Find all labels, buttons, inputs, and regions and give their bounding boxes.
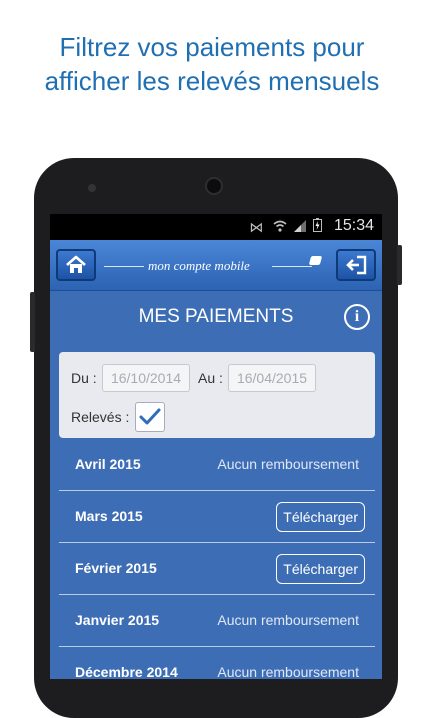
phone-side-button — [397, 245, 402, 285]
statements-label: Relevés : — [71, 409, 130, 425]
wifi-icon — [273, 219, 294, 235]
home-icon — [66, 255, 86, 273]
payment-month: Février 2015 — [75, 560, 157, 576]
app-brand: mon compte mobile — [104, 255, 324, 277]
info-button[interactable]: i — [344, 304, 370, 330]
checkmark-icon — [139, 408, 161, 425]
home-button[interactable] — [56, 249, 96, 281]
statements-checkbox[interactable] — [135, 402, 165, 432]
payment-row: Février 2015 Télécharger — [59, 544, 375, 595]
app-screen: ⋈ 15:34 mon compte mobile MES PAIEMENTS … — [50, 214, 382, 679]
to-date-input[interactable]: 16/04/2015 — [228, 364, 316, 392]
payment-row: Mars 2015 Télécharger — [59, 492, 375, 543]
download-button[interactable]: Télécharger — [276, 554, 365, 584]
to-label: Au : — [198, 370, 223, 386]
status-time: 15:34 — [333, 217, 374, 234]
logout-icon — [346, 255, 367, 275]
payment-row: Décembre 2014 Aucun remboursement — [59, 648, 375, 679]
mute-icon: ⋈ — [249, 219, 267, 235]
payment-row: Janvier 2015 Aucun remboursement — [59, 596, 375, 647]
phone-sensor — [88, 184, 96, 192]
download-button[interactable]: Télécharger — [276, 502, 365, 532]
payment-month: Mars 2015 — [75, 508, 143, 524]
brand-logo-icon — [308, 256, 323, 265]
brand-divider — [272, 266, 312, 267]
app-bar: mon compte mobile — [50, 240, 382, 291]
from-date-input[interactable]: 16/10/2014 — [102, 364, 190, 392]
payment-status: Aucun remboursement — [217, 612, 359, 628]
payment-status: Aucun remboursement — [217, 664, 359, 679]
battery-charging-icon — [313, 218, 322, 235]
from-label: Du : — [71, 370, 97, 386]
date-filter-panel: Du : 16/10/2014 Au : 16/04/2015 Relevés … — [59, 352, 375, 438]
status-icons: ⋈ — [249, 218, 322, 236]
payment-status: Aucun remboursement — [217, 456, 359, 472]
phone-camera — [205, 177, 223, 195]
brand-text: mon compte mobile — [148, 258, 250, 273]
brand-divider — [104, 266, 144, 267]
info-icon: i — [354, 308, 360, 325]
payment-month: Avril 2015 — [75, 456, 141, 472]
payment-month: Janvier 2015 — [75, 612, 160, 628]
logout-button[interactable] — [336, 249, 376, 281]
headline: Filtrez vos paiements pour afficher les … — [0, 30, 424, 98]
phone-side-button — [30, 292, 35, 352]
payment-row: Avril 2015 Aucun remboursement — [59, 440, 375, 491]
payment-month: Décembre 2014 — [75, 664, 178, 679]
page-title: MES PAIEMENTS — [138, 306, 294, 327]
headline-line-2: afficher les relevés mensuels — [44, 66, 380, 96]
page-header: MES PAIEMENTS i — [50, 302, 382, 332]
headline-line-1: Filtrez vos paiements pour — [59, 32, 365, 62]
signal-icon — [294, 219, 313, 235]
status-bar: ⋈ 15:34 — [50, 214, 382, 240]
